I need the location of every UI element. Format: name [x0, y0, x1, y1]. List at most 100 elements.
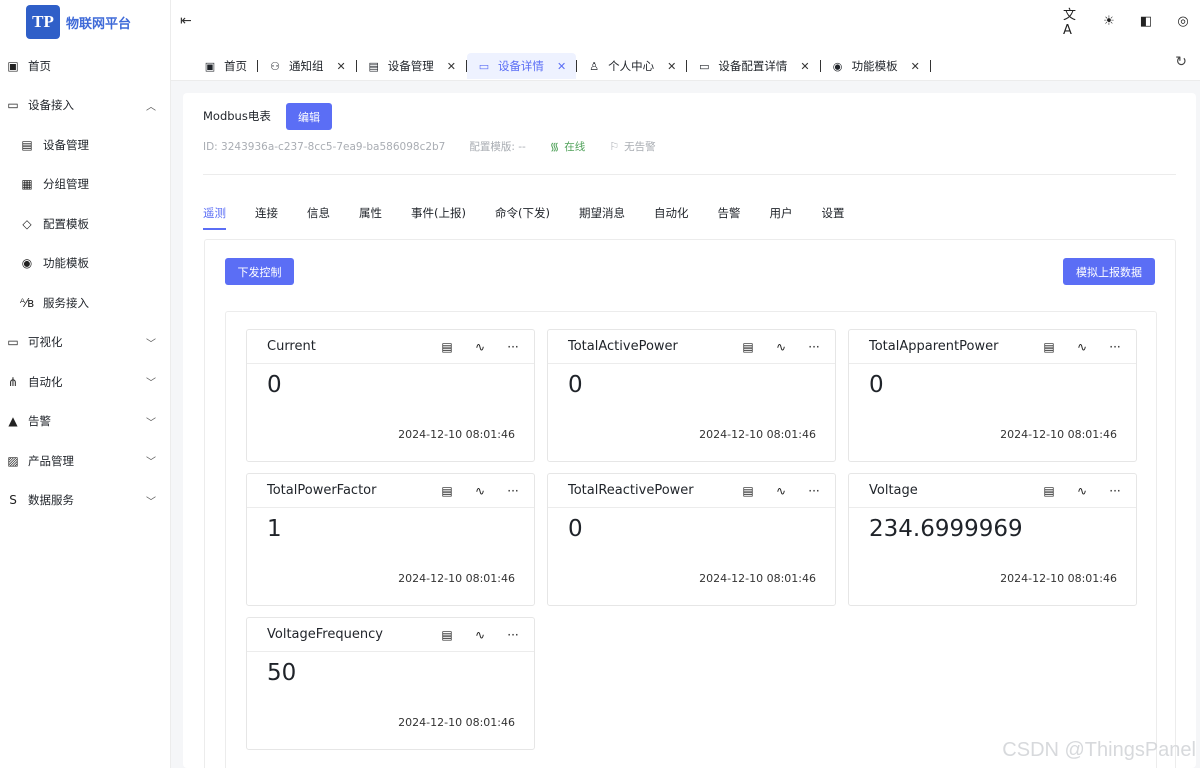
logo-icon: TP: [26, 5, 60, 39]
page-tab[interactable]: ▭ 设备详情 ✕: [466, 53, 577, 79]
detail-tab[interactable]: 属性: [359, 205, 382, 230]
refresh-icon[interactable]: ↻: [1175, 54, 1187, 70]
detail-tab[interactable]: 期望消息: [579, 205, 625, 230]
card-header: VoltageFrequency ▤ ∿ ···: [247, 618, 534, 652]
close-icon[interactable]: ✕: [337, 60, 346, 73]
telemetry-card: TotalActivePower ▤ ∿ ··· 0 2024-12-10 08:01:4…: [547, 329, 836, 462]
more-icon[interactable]: ···: [807, 340, 821, 354]
divider: [203, 174, 1176, 175]
tabs-bar: ▣ 首页 ⚇ 通知组 ✕ ▤ 设备管理 ✕ ▭ 设备详情 ✕ ♙ 个人中心 ✕ ▭ 设备配置详情 ✕ ◉ 功能模板 ✕…: [171, 44, 1200, 81]
telemetry-name: VoltageFrequency: [267, 627, 383, 642]
sidebar-item-label: 服务接入: [43, 295, 89, 310]
chart-icon[interactable]: ∿: [1075, 340, 1089, 354]
document-icon[interactable]: ▤: [440, 340, 454, 354]
more-icon[interactable]: ···: [506, 340, 520, 354]
chart-icon[interactable]: ∿: [774, 484, 788, 498]
sidebar-item[interactable]: ◉ 功能模板: [0, 244, 170, 284]
translate-icon[interactable]: 文A: [1063, 8, 1081, 38]
sidebar-item[interactable]: ▦ 分组管理: [0, 165, 170, 205]
collapse-menu-icon[interactable]: ⇤: [180, 13, 192, 29]
sidebar-item[interactable]: ▭ 设备接入 ︿: [0, 86, 170, 126]
sidebar-item-label: 配置模板: [43, 216, 89, 231]
more-icon[interactable]: ···: [506, 484, 520, 498]
device-icon: ▤: [368, 59, 379, 73]
group-icon: ⚇: [270, 59, 280, 73]
topbar: ⇤ 文A ☀ ◧ ◎: [171, 0, 1200, 44]
screen-icon: ▭: [699, 59, 710, 73]
sidebar-item[interactable]: ▲ 告警 ﹀: [0, 402, 170, 442]
sidebar: TP 物联网平台 ▣ 首页 ▭ 设备接入 ︿ ▤ 设备管理 ▦ 分组管理 ◇ 配置模板 ◉ 功能模板 ᴬ⁄…: [0, 0, 171, 768]
sidebar-item[interactable]: ▭ 可视化 ﹀: [0, 323, 170, 363]
detail-tab[interactable]: 事件(上报): [411, 205, 466, 230]
product-icon: ▨: [7, 453, 19, 468]
document-icon[interactable]: ▤: [1042, 484, 1056, 498]
sidebar-item[interactable]: S 数据服务 ﹀: [0, 481, 170, 521]
detail-tab[interactable]: 自动化: [654, 205, 689, 230]
telemetry-name: TotalPowerFactor: [267, 483, 377, 498]
detail-tab[interactable]: 命令(下发): [495, 205, 550, 230]
close-icon[interactable]: ✕: [800, 60, 809, 73]
logo[interactable]: TP 物联网平台: [0, 0, 170, 44]
config-template: 配置模版: --: [469, 141, 526, 153]
detail-tab[interactable]: 设置: [821, 205, 844, 230]
close-icon[interactable]: ✕: [911, 60, 920, 73]
document-icon[interactable]: ▤: [741, 484, 755, 498]
tab-label: 个人中心: [608, 59, 655, 73]
sidebar-item[interactable]: ⋔ 自动化 ﹀: [0, 362, 170, 402]
home-icon: ▣: [7, 58, 19, 73]
telemetry-time: 2024-12-10 08:01:46: [1000, 428, 1117, 441]
detail-tabs: 遥测 连接 信息 属性 事件(上报) 命令(下发) 期望消息 自动化 告警 用户 设置: [203, 205, 873, 230]
more-icon[interactable]: ···: [807, 484, 821, 498]
more-icon[interactable]: ···: [1108, 340, 1122, 354]
more-icon[interactable]: ···: [1108, 484, 1122, 498]
chart-icon[interactable]: ∿: [774, 340, 788, 354]
tab-separator: [929, 60, 931, 72]
sidebar-item[interactable]: ▨ 产品管理 ﹀: [0, 441, 170, 481]
detail-tab[interactable]: 连接: [255, 205, 278, 230]
document-icon[interactable]: ▤: [1042, 340, 1056, 354]
sidebar-item-label: 可视化: [28, 335, 63, 350]
page-tab[interactable]: ⚇ 通知组 ✕: [258, 53, 356, 79]
page-tab[interactable]: ▤ 设备管理 ✕: [357, 53, 466, 79]
sidebar-item[interactable]: ▤ 设备管理: [0, 125, 170, 165]
more-icon[interactable]: ···: [506, 628, 520, 642]
card-tools: ▤ ∿ ···: [440, 628, 520, 642]
page-tab[interactable]: ▣ 首页: [193, 53, 257, 79]
edit-button[interactable]: 编辑: [286, 103, 332, 130]
close-icon[interactable]: ✕: [557, 60, 566, 73]
chart-icon[interactable]: ∿: [473, 628, 487, 642]
chart-icon[interactable]: ∿: [1075, 484, 1089, 498]
document-icon[interactable]: ▤: [440, 484, 454, 498]
telemetry-grid: Current ▤ ∿ ··· 0 2024-12-10 08:01:46 TotalAct…: [225, 311, 1157, 768]
card-tools: ▤ ∿ ···: [440, 340, 520, 354]
page-tab[interactable]: ◉ 功能模板 ✕: [821, 53, 930, 79]
chart-icon[interactable]: ∿: [473, 484, 487, 498]
sidebar-item-label: 分组管理: [43, 177, 89, 192]
simulate-report-button[interactable]: 模拟上报数据: [1063, 258, 1155, 285]
close-icon[interactable]: ✕: [447, 60, 456, 73]
page-tab[interactable]: ▭ 设备配置详情 ✕: [687, 53, 819, 79]
card-tools: ▤ ∿ ···: [741, 484, 821, 498]
send-control-button[interactable]: 下发控制: [225, 258, 294, 285]
telemetry-card: Current ▤ ∿ ··· 0 2024-12-10 08:01:46: [246, 329, 535, 462]
sidebar-item[interactable]: ▣ 首页: [0, 46, 170, 86]
telemetry-time: 2024-12-10 08:01:46: [699, 428, 816, 441]
user-icon[interactable]: ◎: [1174, 12, 1192, 30]
detail-tab[interactable]: 告警: [717, 205, 740, 230]
tab-label: 设备配置详情: [718, 59, 788, 73]
close-icon[interactable]: ✕: [667, 60, 676, 73]
theme-icon[interactable]: ◧: [1137, 12, 1155, 30]
document-icon[interactable]: ▤: [741, 340, 755, 354]
sidebar-item[interactable]: ᴬ⁄ʙ 服务接入: [0, 283, 170, 323]
document-icon[interactable]: ▤: [440, 628, 454, 642]
sidebar-item[interactable]: ◇ 配置模板: [0, 204, 170, 244]
detail-tab[interactable]: 用户: [769, 205, 792, 230]
card-header: TotalReactivePower ▤ ∿ ···: [548, 474, 835, 508]
chart-icon[interactable]: ∿: [473, 340, 487, 354]
page-tab[interactable]: ♙ 个人中心 ✕: [577, 53, 686, 79]
card-header: TotalPowerFactor ▤ ∿ ···: [247, 474, 534, 508]
detail-tab[interactable]: 遥测: [203, 205, 226, 230]
sun-icon[interactable]: ☀: [1100, 12, 1118, 30]
detail-tab[interactable]: 信息: [307, 205, 330, 230]
alarm-label: 无告警: [624, 141, 656, 153]
